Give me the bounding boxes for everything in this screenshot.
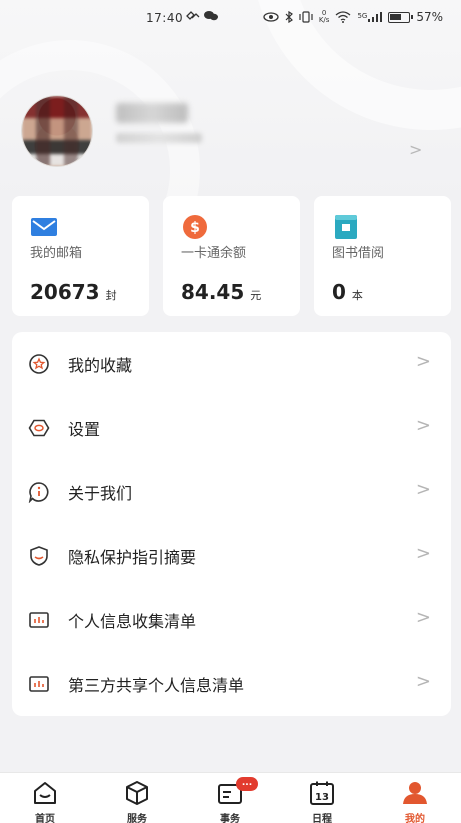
tab-label: 服务 <box>127 814 147 823</box>
tab-affairs[interactable]: ... 事务 <box>200 777 260 823</box>
status-bar: 17:40 0 K/s 5G 57% <box>0 0 461 36</box>
library-borrow-card[interactable]: 图书借阅 0本 <box>314 196 451 316</box>
chart-list-icon <box>29 676 49 692</box>
user-id-redacted <box>116 133 202 143</box>
mail-unit: 封 <box>105 289 117 302</box>
vibrate-icon <box>299 11 313 23</box>
notification-icons <box>186 10 220 25</box>
menu-label: 第三方共享个人信息清单 <box>68 676 245 695</box>
menu-label: 隐私保护指引摘要 <box>68 548 197 567</box>
avatar-image <box>22 96 92 166</box>
borrow-count: 0 <box>332 280 346 304</box>
tab-services[interactable]: 服务 <box>107 777 167 823</box>
menu-item-third-party-sharing-list[interactable]: 第三方共享个人信息清单 > <box>12 652 451 716</box>
mail-count: 20673 <box>30 280 100 304</box>
menu-item-personal-info-list[interactable]: 个人信息收集清单 > <box>12 588 451 652</box>
card-label: 图书借阅 <box>332 246 385 261</box>
card-value: 84.45 元 <box>181 280 261 304</box>
chevron-right-icon: > <box>415 479 431 500</box>
calendar-icon: 13 <box>310 781 334 805</box>
profile-arrow-icon[interactable]: > <box>409 140 422 159</box>
chevron-right-icon: > <box>415 671 431 692</box>
chevron-right-icon: > <box>415 415 431 436</box>
wifi-icon <box>336 11 351 23</box>
card-value: 0本 <box>332 280 363 304</box>
svg-text:13: 13 <box>315 792 329 803</box>
person-icon <box>403 782 427 804</box>
book-icon <box>335 215 357 239</box>
menu-item-about-us[interactable]: 关于我们 > <box>12 460 451 524</box>
cube-icon <box>126 781 148 805</box>
menu-item-privacy-summary[interactable]: 隐私保护指引摘要 > <box>12 524 451 588</box>
tab-label: 日程 <box>312 814 332 823</box>
cell-signal-icon <box>368 12 383 22</box>
net-speed: 0 K/s <box>318 9 330 24</box>
chevron-right-icon: > <box>415 543 431 564</box>
status-time: 17:40 <box>146 11 184 25</box>
user-name-redacted <box>116 103 188 123</box>
battery-icon <box>388 11 414 23</box>
chevron-right-icon: > <box>415 607 431 628</box>
star-favorite-icon <box>29 354 49 374</box>
signal-indicator: 5G <box>357 12 383 22</box>
mail-icon <box>31 218 57 236</box>
bluetooth-icon <box>285 11 293 23</box>
menu-label: 个人信息收集清单 <box>68 612 197 631</box>
tab-label: 我的 <box>405 814 425 823</box>
avatar[interactable] <box>22 96 92 166</box>
chart-list-icon <box>29 612 49 628</box>
system-status: 0 K/s 5G 57% <box>263 10 443 24</box>
chevron-right-icon: > <box>415 351 431 372</box>
mailbox-card[interactable]: 我的邮箱 20673 封 <box>12 196 149 316</box>
battery-percent: 57% <box>416 10 443 24</box>
shield-icon <box>30 546 48 566</box>
settings-hexagon-icon <box>28 419 50 437</box>
tab-home[interactable]: 首页 <box>15 777 75 823</box>
tab-schedule[interactable]: 13 日程 <box>292 777 352 823</box>
info-bubble-icon <box>28 482 49 503</box>
app-notification-icon <box>186 11 218 21</box>
menu-label: 关于我们 <box>68 484 133 503</box>
svg-text:$: $ <box>190 220 200 236</box>
balance-value: 84.45 <box>181 280 245 304</box>
menu-label: 设置 <box>68 420 101 439</box>
menu-label: 我的收藏 <box>68 356 133 375</box>
tab-label: 首页 <box>35 814 55 823</box>
card-label: 一卡通余额 <box>181 246 247 261</box>
eye-icon <box>263 12 279 22</box>
balance-unit: 元 <box>250 289 262 302</box>
borrow-unit: 本 <box>351 289 363 302</box>
tab-label: 事务 <box>220 814 240 823</box>
tab-mine[interactable]: 我的 <box>385 777 445 823</box>
bottom-nav: 首页 服务 ... 事务 13 日程 我的 <box>0 772 461 823</box>
notification-badge: ... <box>236 777 258 791</box>
menu-item-settings[interactable]: 设置 > <box>12 396 451 460</box>
dollar-coin-icon: $ <box>183 215 207 239</box>
card-value: 20673 封 <box>30 280 117 304</box>
campus-card-balance-card[interactable]: $ 一卡通余额 84.45 元 <box>163 196 300 316</box>
card-label: 我的邮箱 <box>30 246 83 261</box>
menu-item-favorites[interactable]: 我的收藏 > <box>12 332 451 396</box>
settings-menu: 我的收藏 > 设置 > 关于我们 > 隐私保护指引摘要 > 个人信息收集清单 >… <box>12 332 451 716</box>
home-icon <box>34 782 56 804</box>
